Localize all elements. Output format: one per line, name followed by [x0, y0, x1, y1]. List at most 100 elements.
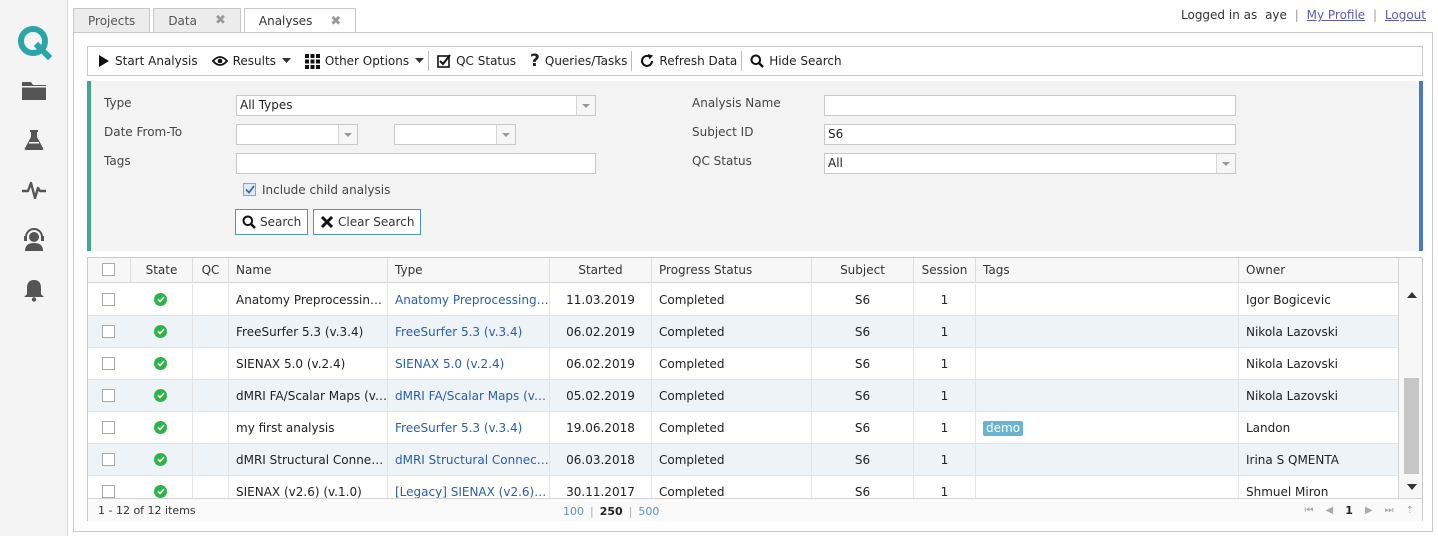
date-from-input[interactable]	[236, 124, 358, 145]
chevron-down-icon	[502, 133, 510, 137]
prev-page-icon[interactable]: ◀	[1326, 505, 1334, 516]
support-agent-icon[interactable]	[20, 226, 48, 254]
checkbox-icon	[437, 54, 451, 68]
progress-cell: Completed	[651, 316, 811, 348]
column-state[interactable]: State	[130, 258, 192, 283]
column-started[interactable]: Started	[549, 258, 651, 283]
column-subject[interactable]: Subject	[811, 258, 913, 283]
close-icon[interactable]: ✖	[330, 14, 341, 29]
other-options-button[interactable]: Other Options	[304, 53, 425, 69]
type-select[interactable]: All Types	[236, 95, 596, 116]
column-progress-status[interactable]: Progress Status	[651, 258, 811, 283]
row-checkbox[interactable]	[102, 485, 115, 498]
qc-status-select[interactable]: All	[824, 153, 1236, 174]
name-cell[interactable]: my first analysis	[228, 412, 387, 444]
table-row[interactable]: SIENAX (v2.6) (v.1.0) [Legacy] SIENAX (v…	[88, 476, 1398, 498]
table-row[interactable]: dMRI Structural Connectivity (v.1.0) dMR…	[88, 444, 1398, 476]
column-name[interactable]: Name	[228, 258, 387, 283]
completed-check-icon	[154, 485, 167, 498]
table-row[interactable]: my first analysis FreeSurfer 5.3 (v.3.4)…	[88, 412, 1398, 444]
name-cell[interactable]: dMRI FA/Scalar Maps (v.5.0)	[228, 380, 387, 412]
type-link[interactable]: FreeSurfer 5.3 (v.3.4)	[387, 316, 549, 348]
scroll-up-icon[interactable]	[1407, 292, 1417, 298]
progress-cell: Completed	[651, 444, 811, 476]
results-button[interactable]: Results	[211, 54, 291, 68]
table-row[interactable]: dMRI FA/Scalar Maps (v.5.0) dMRI FA/Scal…	[88, 380, 1398, 412]
row-checkbox[interactable]	[102, 293, 115, 306]
name-cell[interactable]: SIENAX (v2.6) (v.1.0)	[228, 476, 387, 498]
bell-icon[interactable]	[20, 276, 48, 304]
column-tags[interactable]: Tags	[975, 258, 1238, 283]
first-page-icon[interactable]: ⏮	[1305, 505, 1314, 516]
close-icon[interactable]: ✖	[215, 13, 226, 28]
include-child-checkbox[interactable]	[243, 183, 256, 196]
page-size-option[interactable]: 500	[638, 505, 659, 518]
type-link[interactable]: Anatomy Preprocessing (v.1.0)	[387, 284, 549, 316]
folder-icon[interactable]	[20, 76, 48, 104]
date-to-input[interactable]	[394, 124, 516, 145]
search-icon	[242, 215, 256, 229]
owner-cell: Shmuel Miron	[1238, 476, 1398, 498]
select-all-checkbox[interactable]	[102, 263, 115, 276]
subject-id-input[interactable]: S6	[824, 124, 1236, 145]
type-link[interactable]: dMRI FA/Scalar Maps (v.5.0)	[387, 380, 549, 412]
table-row[interactable]: FreeSurfer 5.3 (v.3.4) FreeSurfer 5.3 (v…	[88, 316, 1398, 348]
scrollbar-thumb[interactable]	[1404, 378, 1419, 474]
table-row[interactable]: Anatomy Preprocessing (v.1.0) Anatomy Pr…	[88, 284, 1398, 316]
column-type[interactable]: Type	[387, 258, 549, 283]
tag-badge[interactable]: demo	[983, 421, 1024, 436]
logout-link[interactable]: Logout	[1385, 8, 1426, 22]
name-cell[interactable]: Anatomy Preprocessing (v.1.0)	[228, 284, 387, 316]
subject-cell: S6	[811, 348, 913, 380]
tab-projects[interactable]: Projects	[73, 8, 151, 32]
row-checkbox[interactable]	[102, 421, 115, 434]
type-link[interactable]: SIENAX 5.0 (v.2.4)	[387, 348, 549, 380]
row-checkbox[interactable]	[102, 325, 115, 338]
start-analysis-button[interactable]: Start Analysis	[98, 54, 198, 68]
vertical-scrollbar[interactable]	[1398, 258, 1422, 498]
session-cell: 1	[913, 412, 975, 444]
table-row[interactable]: SIENAX 5.0 (v.2.4) SIENAX 5.0 (v.2.4) 06…	[88, 348, 1398, 380]
scroll-down-icon[interactable]	[1407, 484, 1417, 490]
my-profile-link[interactable]: My Profile	[1307, 8, 1366, 22]
pulse-icon[interactable]	[20, 176, 48, 204]
current-page[interactable]: 1	[1345, 504, 1353, 517]
hide-search-button[interactable]: Hide Search	[750, 54, 842, 68]
row-checkbox[interactable]	[102, 453, 115, 466]
analysis-name-input[interactable]	[824, 95, 1236, 116]
button-label: Other Options	[324, 54, 410, 68]
page-size-option[interactable]: 100	[563, 505, 584, 518]
last-page-icon[interactable]: ⏭	[1385, 505, 1394, 516]
completed-check-icon	[154, 389, 167, 402]
name-cell[interactable]: SIENAX 5.0 (v.2.4)	[228, 348, 387, 380]
close-icon	[320, 215, 334, 229]
tab-data[interactable]: Data ✖	[153, 8, 241, 32]
search-button[interactable]: Search	[235, 209, 309, 235]
row-checkbox[interactable]	[102, 357, 115, 370]
row-checkbox[interactable]	[102, 389, 115, 402]
column-qc[interactable]: QC	[192, 258, 228, 283]
type-link[interactable]: FreeSurfer 5.3 (v.3.4)	[387, 412, 549, 444]
clear-search-button[interactable]: Clear Search	[313, 209, 422, 235]
session-cell: 1	[913, 380, 975, 412]
progress-cell: Completed	[651, 284, 811, 316]
queries-tasks-button[interactable]: ? Queries/Tasks	[530, 53, 627, 70]
flask-icon[interactable]	[20, 126, 48, 154]
qc-status-button[interactable]: QC Status	[437, 54, 516, 68]
tags-input[interactable]	[236, 153, 596, 174]
column-session[interactable]: Session	[913, 258, 975, 283]
type-link[interactable]: [Legacy] SIENAX (v2.6) (v.1.0)	[387, 476, 549, 498]
page-size-option-selected[interactable]: 250	[600, 505, 623, 518]
refresh-data-button[interactable]: Refresh Data	[640, 54, 737, 68]
column-owner[interactable]: Owner	[1238, 258, 1398, 283]
type-link[interactable]: dMRI Structural Connectivity (v.1.0)	[387, 444, 549, 476]
name-cell[interactable]: FreeSurfer 5.3 (v.3.4)	[228, 316, 387, 348]
chevron-down-icon	[1222, 162, 1230, 166]
owner-cell: Nikola Lazovski	[1238, 380, 1398, 412]
search-panel: Type All Types Date From-To Tags Include…	[87, 81, 1423, 251]
name-cell[interactable]: dMRI Structural Connectivity (v.1.0)	[228, 444, 387, 476]
next-page-icon[interactable]: ▶	[1365, 505, 1373, 516]
scroll-top-icon[interactable]: ⇡	[1406, 505, 1414, 516]
tab-analyses[interactable]: Analyses ✖	[243, 8, 357, 33]
qmenta-logo[interactable]	[16, 24, 52, 60]
